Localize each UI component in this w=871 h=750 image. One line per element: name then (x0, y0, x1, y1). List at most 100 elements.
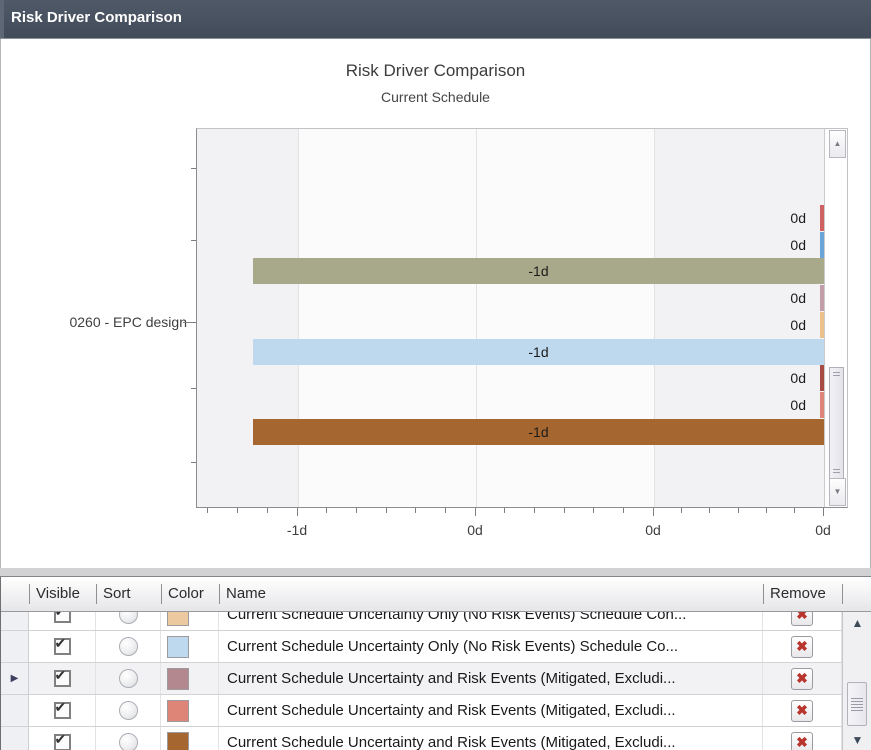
panel-title: Risk Driver Comparison (11, 9, 182, 26)
x-axis-tick (415, 508, 416, 513)
table-scrollbar-thumb[interactable] (847, 682, 867, 726)
table-body: ✔ Current Schedule Uncertainty Only (No R… (1, 612, 842, 750)
table-row[interactable]: ✔ Current Schedule Uncertainty Only (No R… (1, 612, 842, 631)
visible-cell: ✔ (29, 612, 96, 630)
x-axis-tick (386, 508, 387, 513)
column-header-corner (1, 577, 29, 611)
x-axis-tick-label: 0d (445, 522, 505, 538)
bar-value-label: 0d (790, 285, 806, 311)
chart-scrollbar-thumb[interactable] (829, 367, 844, 479)
x-axis-tick (534, 508, 535, 513)
y-axis-tick (191, 462, 196, 463)
chart-bar (820, 205, 825, 231)
scroll-up-icon[interactable]: ▲ (843, 616, 871, 630)
color-swatch[interactable] (167, 668, 189, 690)
remove-cell: ✖ (763, 612, 842, 630)
x-axis-tick (564, 508, 565, 513)
column-header-visible[interactable]: Visible (29, 577, 96, 611)
visible-checkbox[interactable]: ✔ (54, 612, 71, 623)
visible-checkbox[interactable]: ✔ (54, 638, 71, 655)
plot-bars-area: 0d0d-1d0d0d-1d0d0d-1d (197, 129, 824, 507)
row-indicator-cell (1, 695, 29, 726)
bar-value-label: 0d (790, 232, 806, 258)
sort-cell (96, 663, 161, 694)
check-icon: ✔ (55, 731, 67, 748)
x-axis-tick (738, 508, 739, 513)
plot-right-edge (824, 129, 825, 507)
x-axis-tick-label: 0d (623, 522, 683, 538)
x-axis-tick (794, 508, 795, 513)
bar-value-label: -1d (253, 258, 824, 284)
table-row[interactable]: ✔Current Schedule Uncertainty and Risk E… (1, 695, 842, 727)
x-axis-tick-label: 0d (793, 522, 853, 538)
column-header-name[interactable]: Name (219, 577, 763, 611)
remove-button[interactable]: ✖ (791, 732, 813, 750)
x-axis-tick (237, 508, 238, 513)
bar-value-label: 0d (790, 365, 806, 391)
chart-bar (820, 285, 825, 311)
x-axis-tick (681, 508, 682, 513)
color-swatch[interactable] (167, 636, 189, 658)
sort-radio[interactable] (119, 612, 138, 624)
check-icon: ✔ (55, 612, 67, 620)
chart-panel: Risk Driver Comparison Current Schedule … (0, 39, 871, 568)
chart-bar (820, 365, 825, 391)
sort-radio[interactable] (119, 701, 138, 720)
table-header-row: VisibleSortColorNameRemove (1, 577, 871, 612)
row-indicator-cell (1, 612, 29, 630)
sort-radio[interactable] (119, 669, 138, 688)
bar-value-label: 0d (790, 312, 806, 338)
x-axis-tick (823, 508, 824, 516)
bar-value-label: -1d (253, 419, 824, 445)
bar-value-label: 0d (790, 205, 806, 231)
color-swatch[interactable] (167, 732, 189, 750)
color-cell (161, 612, 219, 630)
sort-cell (96, 695, 161, 726)
table-vertical-scrollbar[interactable]: ▲ ▼ (842, 612, 871, 750)
scroll-down-icon[interactable]: ▼ (829, 478, 846, 506)
visible-cell: ✔ (29, 631, 96, 662)
scroll-down-icon[interactable]: ▼ (843, 733, 871, 747)
row-selector-icon: ▶ (11, 673, 19, 684)
table-row[interactable]: ✔Current Schedule Uncertainty Only (No R… (1, 631, 842, 663)
column-header-color[interactable]: Color (161, 577, 219, 611)
visible-checkbox[interactable]: ✔ (54, 734, 71, 750)
color-swatch[interactable] (167, 612, 189, 626)
x-axis-tick (766, 508, 767, 513)
remove-button[interactable]: ✖ (791, 636, 813, 658)
chart-vertical-scrollbar[interactable]: ▲ ▼ (829, 130, 846, 506)
color-swatch[interactable] (167, 700, 189, 722)
table-row[interactable]: ▶ ✔ Current Schedule Uncertainty and Risk … (1, 663, 842, 695)
y-axis-tick (183, 322, 196, 323)
scroll-up-icon[interactable]: ▲ (829, 130, 846, 158)
chart-bar (820, 232, 825, 258)
x-axis-tick (593, 508, 594, 513)
column-header-sort[interactable]: Sort (96, 577, 161, 611)
x-axis-tick (445, 508, 446, 513)
color-cell (161, 663, 219, 694)
row-name: Current Schedule Uncertainty and Risk Ev… (219, 663, 763, 694)
remove-button[interactable]: ✖ (791, 612, 813, 626)
column-header-remove[interactable]: Remove (763, 577, 842, 611)
row-indicator-cell: ▶ (1, 663, 29, 694)
check-icon: ✔ (55, 635, 67, 652)
table-row[interactable]: ✔Current Schedule Uncertainty and Risk E… (1, 727, 842, 750)
sort-radio[interactable] (119, 733, 138, 750)
chart-bar (820, 312, 825, 338)
x-axis-tick (356, 508, 357, 513)
y-axis-category-label: 0260 - EPC design (1, 312, 187, 332)
visible-checkbox[interactable]: ✔ (54, 702, 71, 719)
remove-cell: ✖ (763, 695, 842, 726)
panel-titlebar: Risk Driver Comparison (0, 0, 871, 39)
visible-cell: ✔ (29, 695, 96, 726)
chart-subtitle: Current Schedule (1, 89, 870, 105)
remove-cell: ✖ (763, 631, 842, 662)
sort-radio[interactable] (119, 637, 138, 656)
row-name: Current Schedule Uncertainty Only (No Ri… (219, 612, 763, 630)
check-icon: ✔ (55, 667, 67, 684)
visible-checkbox[interactable]: ✔ (54, 670, 71, 687)
visible-cell: ✔ (29, 663, 96, 694)
remove-button[interactable]: ✖ (791, 700, 813, 722)
remove-button[interactable]: ✖ (791, 668, 813, 690)
x-axis-tick (326, 508, 327, 513)
